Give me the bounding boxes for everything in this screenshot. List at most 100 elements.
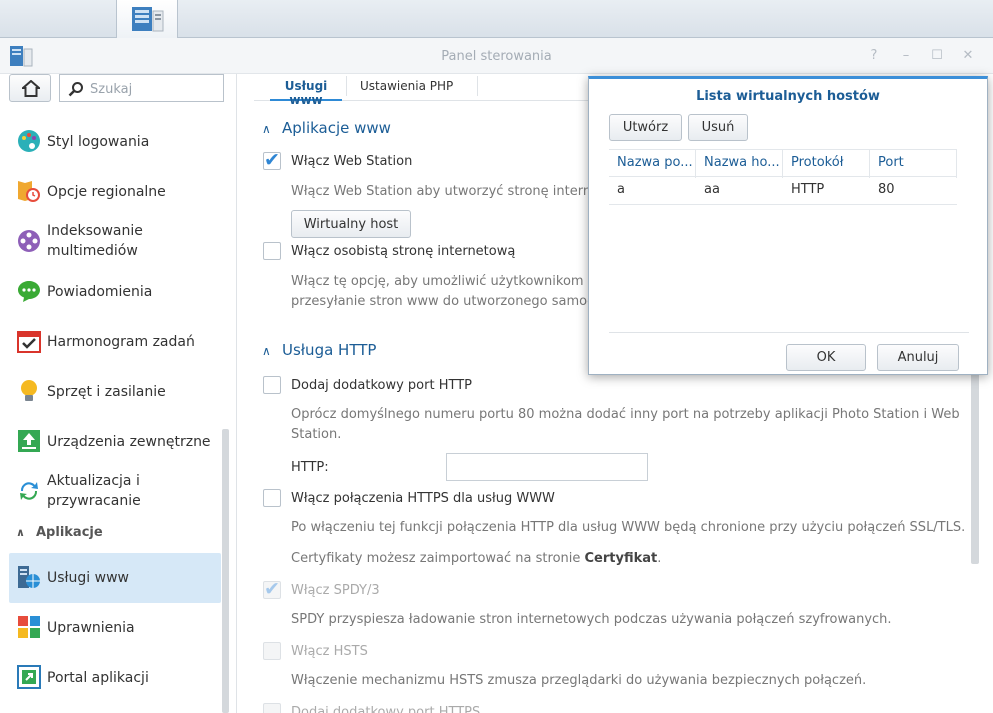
tab-web-services[interactable]: Usługi www <box>270 74 342 107</box>
sidebar-section-applications[interactable]: ∧ Aplikacje <box>16 525 103 540</box>
privileges-icon <box>18 616 40 638</box>
extra-http-port-description-line2: Station. <box>291 427 342 442</box>
sidebar-item-label: Uprawnienia <box>47 620 135 636</box>
column-header-host-name[interactable]: Nazwa ho... <box>696 150 783 178</box>
enable-personal-site-label: Włącz osobistą stronę internetową <box>291 244 516 259</box>
sidebar-item-label: Indeksowanie multimediów <box>47 223 143 259</box>
sidebar-item-external-devices[interactable]: Urządzenia zewnętrzne <box>9 417 221 467</box>
table-cell: HTTP <box>791 182 825 197</box>
extra-http-port-label: Dodaj dodatkowy port HTTP <box>291 378 472 393</box>
taskbar-web-services-app[interactable] <box>116 0 178 38</box>
dialog-title: Lista wirtualnych hostów <box>696 89 880 104</box>
table-cell: aa <box>704 182 720 197</box>
sidebar-item-label: Usługi www <box>47 570 129 586</box>
http-port-label: HTTP: <box>291 460 329 475</box>
web-services-icon <box>18 566 40 588</box>
ok-button[interactable]: OK <box>786 344 866 371</box>
sidebar-item-notifications[interactable]: Powiadomienia <box>9 267 221 317</box>
spdy-description: SPDY przyspiesza ładowanie stron interne… <box>291 612 892 627</box>
sidebar-item-label: Harmonogram zadań <box>47 334 195 350</box>
main-scrollbar[interactable] <box>971 369 979 564</box>
media-indexing-icon <box>18 230 40 252</box>
spdy-label: Włącz SPDY/3 <box>291 583 380 598</box>
hsts-label: Włącz HSTS <box>291 644 368 659</box>
sidebar-item-label: Portal aplikacji <box>47 670 149 686</box>
minimize-button[interactable]: – <box>898 48 914 64</box>
calendar-check-icon <box>17 331 41 353</box>
enable-personal-site-checkbox[interactable] <box>263 242 281 260</box>
table-row[interactable]: a aa HTTP 80 <box>609 177 957 205</box>
virtual-hosts-dialog: Lista wirtualnych hostów Utwórz Usuń Naz… <box>588 76 988 375</box>
extra-https-port-checkbox[interactable] <box>263 703 281 713</box>
personal-site-description-line2: przesyłanie stron www do utworzonego sam… <box>291 294 606 309</box>
chevron-up-icon: ∧ <box>16 526 25 539</box>
sidebar-item-label: Powiadomienia <box>47 284 153 300</box>
section-title: Usługa HTTP <box>282 341 377 359</box>
column-header-port[interactable]: Port <box>870 150 957 178</box>
close-button[interactable]: ✕ <box>960 48 976 64</box>
column-header-protocol[interactable]: Protokół <box>783 150 870 178</box>
certificate-description-text: Certyfikaty możesz zaimportować na stron… <box>291 551 585 566</box>
create-button[interactable]: Utwórz <box>609 114 682 141</box>
sidebar-item-label: Sprzęt i zasilanie <box>47 384 166 400</box>
sidebar-item-task-scheduler[interactable]: Harmonogram zadań <box>9 317 221 367</box>
chevron-up-icon: ∧ <box>262 122 271 136</box>
section-http-service-header[interactable]: ∧ Usługa HTTP <box>262 341 376 359</box>
section-web-apps-header[interactable]: ∧ Aplikacje www <box>262 119 391 137</box>
taskbar <box>0 0 993 713</box>
sidebar-item-label: Urządzenia zewnętrzne <box>47 434 211 450</box>
personal-site-description-line1: Włącz tę opcję, aby umożliwić użytkownik… <box>291 274 615 289</box>
search-box[interactable] <box>59 74 224 102</box>
dialog-footer-divider <box>609 332 969 333</box>
sidebar-item-application-portal[interactable]: Portal aplikacji <box>9 653 221 703</box>
table-header: Nazwa po... Nazwa ho... Protokół Port <box>609 149 957 178</box>
extra-https-port-label: Dodaj dodatkowy port HTTPS <box>291 705 481 713</box>
sidebar-item-web-services[interactable]: Usługi www <box>9 553 221 603</box>
search-input[interactable] <box>90 80 218 98</box>
extra-http-port-description-line1: Oprócz domyślnego numeru portu 80 można … <box>291 407 960 422</box>
sidebar-item-media-indexing[interactable]: Indeksowanie multimediów <box>9 217 221 267</box>
http-port-input[interactable] <box>446 453 648 481</box>
tab-php-settings[interactable]: Ustawienia PHP <box>360 74 470 101</box>
search-icon <box>68 82 83 97</box>
sidebar-item-update-restore[interactable]: Aktualizacja i przywracanie <box>9 467 221 517</box>
sidebar: Styl logowania Opcje regionalne Indeksow… <box>0 74 237 713</box>
window-titlebar: Panel sterowania ? – ☐ ✕ <box>0 38 993 74</box>
enable-web-station-description: Włącz Web Station aby utworzyć stronę in… <box>291 184 605 199</box>
help-button[interactable]: ? <box>866 48 882 64</box>
lightbulb-icon <box>21 380 37 401</box>
sidebar-item-label: Opcje regionalne <box>47 184 166 200</box>
sidebar-item-login-style[interactable]: Styl logowania <box>9 117 221 167</box>
sidebar-item-hardware-power[interactable]: Sprzęt i zasilanie <box>9 367 221 417</box>
application-portal-icon <box>17 665 41 689</box>
extra-http-port-checkbox[interactable] <box>263 376 281 394</box>
chat-bubble-icon <box>18 281 40 302</box>
enable-web-station-checkbox[interactable] <box>263 149 281 171</box>
delete-button[interactable]: Usuń <box>688 114 748 141</box>
certificate-description-end: . <box>657 551 662 566</box>
sidebar-item-regional-options[interactable]: Opcje regionalne <box>9 167 221 217</box>
sidebar-item-label: Aktualizacja i przywracanie <box>47 473 141 509</box>
window-title: Panel sterowania <box>441 49 552 64</box>
sidebar-item-privileges[interactable]: Uprawnienia <box>9 603 221 653</box>
https-label: Włącz połączenia HTTPS dla usług WWW <box>291 491 555 506</box>
hsts-description: Włączenie mechanizmu HSTS zmusza przeglą… <box>291 673 867 688</box>
chevron-up-icon: ∧ <box>262 344 271 358</box>
virtual-host-button[interactable]: Wirtualny host <box>291 210 411 238</box>
home-icon <box>22 80 40 97</box>
sidebar-scrollbar[interactable] <box>222 429 229 713</box>
certificate-link[interactable]: Certyfikat <box>585 551 658 566</box>
cancel-button[interactable]: Anuluj <box>877 344 959 371</box>
maximize-button[interactable]: ☐ <box>929 48 945 64</box>
https-checkbox[interactable] <box>263 489 281 507</box>
column-header-site-name[interactable]: Nazwa po... <box>609 150 696 178</box>
table-cell: 80 <box>878 182 895 197</box>
enable-web-station-label: Włącz Web Station <box>291 154 413 169</box>
section-title: Aplikacje www <box>282 119 391 137</box>
update-restore-icon <box>20 482 38 500</box>
sidebar-section-label: Aplikacje <box>36 525 103 540</box>
hsts-checkbox[interactable] <box>263 642 281 660</box>
spdy-checkbox[interactable] <box>263 578 281 600</box>
external-device-icon <box>18 430 40 452</box>
home-button[interactable] <box>9 74 51 102</box>
